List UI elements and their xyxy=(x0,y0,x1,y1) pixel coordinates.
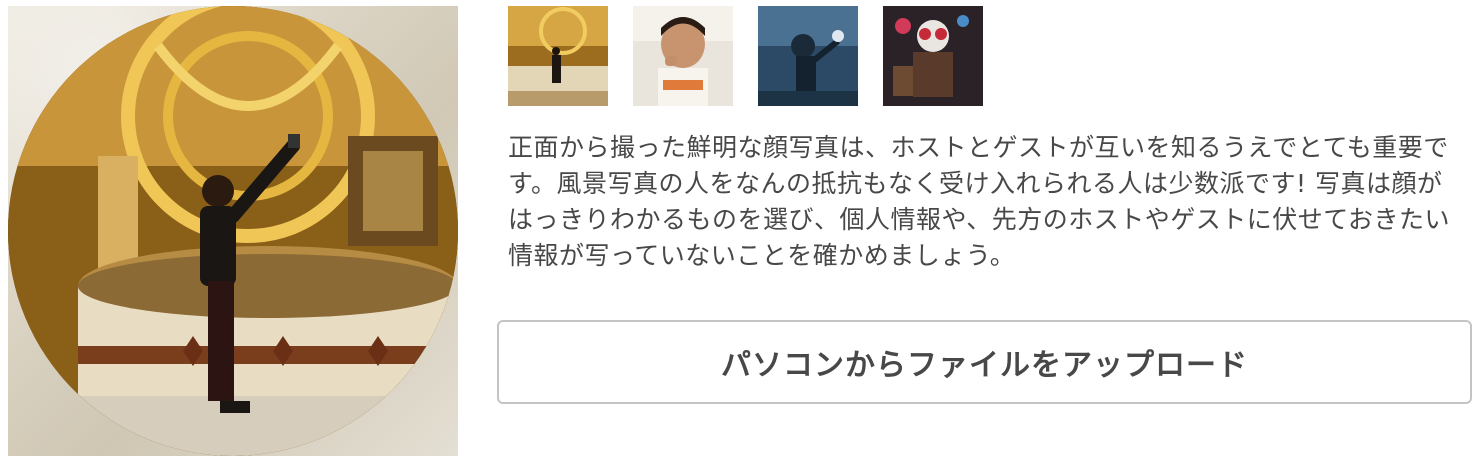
profile-photo-image xyxy=(8,6,458,456)
upload-from-computer-button[interactable]: パソコンからファイルをアップロード xyxy=(497,320,1472,404)
thumbnail-palace[interactable] xyxy=(508,6,608,106)
profile-photo-frame xyxy=(8,6,458,456)
profile-photo-editor: 正面から撮った鮮明な顔写真は、ホストとゲストが互いを知るうえでとても重要です。風… xyxy=(0,0,1482,464)
photo-guidelines-text: 正面から撮った鮮明な顔写真は、ホストとゲストが互いを知るうえでとても重要です。風… xyxy=(508,133,1451,270)
thumbnail-costume[interactable] xyxy=(883,6,983,106)
thumbnail-diving[interactable] xyxy=(758,6,858,106)
thumbnail-eating[interactable] xyxy=(633,6,733,106)
thumbnail-strip xyxy=(508,6,983,106)
